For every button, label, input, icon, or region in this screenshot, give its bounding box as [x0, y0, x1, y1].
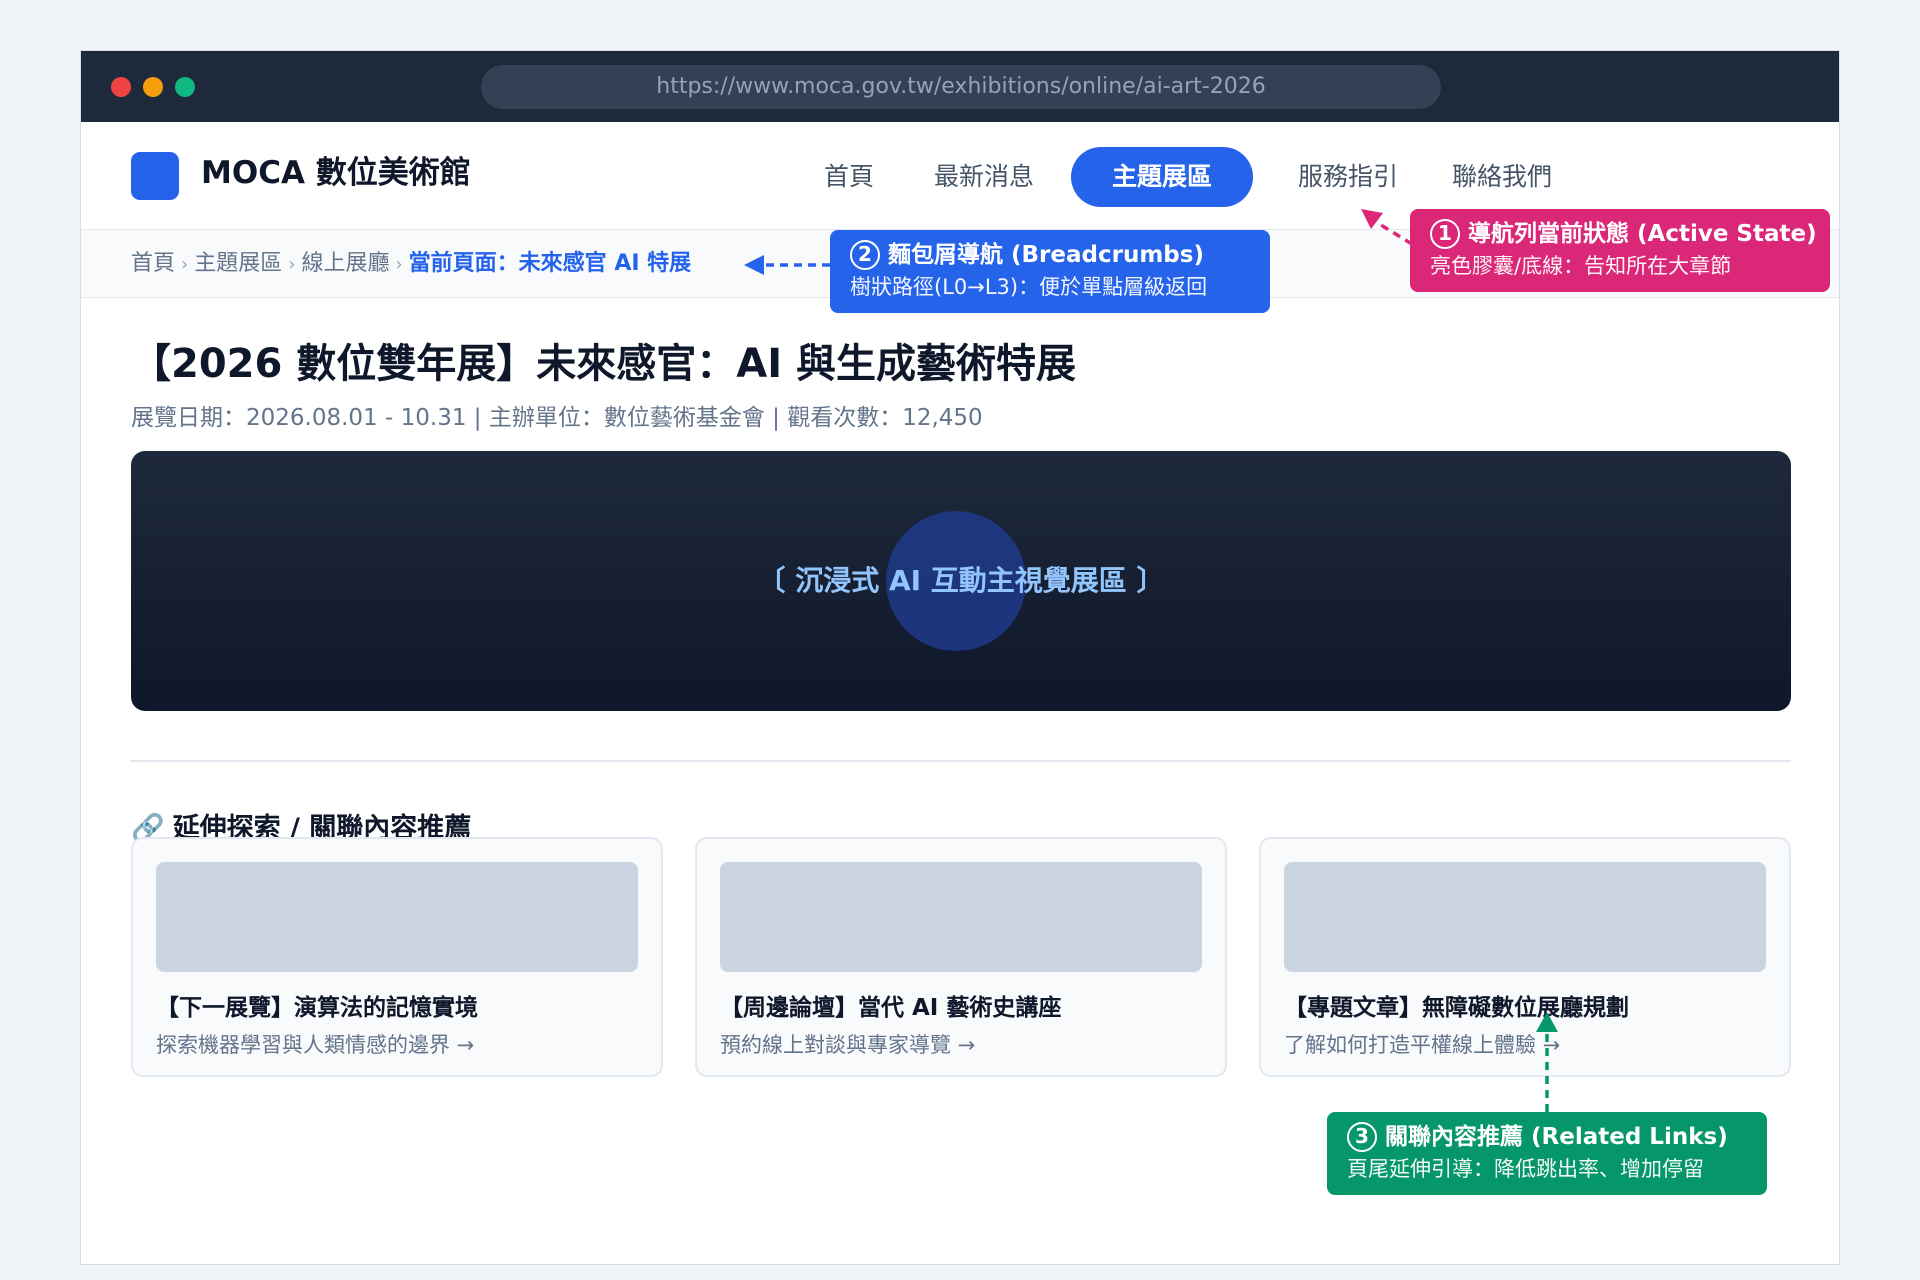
annotation-title: 關聯內容推薦 (Related Links): [1385, 1124, 1728, 1150]
annotation-number: 2: [850, 240, 880, 270]
annotation-1-arrowhead: [1361, 209, 1383, 229]
annotation-desc: 亮色膠囊/底線：告知所在大章節: [1430, 254, 1732, 278]
annotation-arrows: [744, 209, 1558, 1112]
annotation-3-arrowhead: [1536, 1012, 1558, 1032]
annotation-title: 麵包屑導航 (Breadcrumbs): [888, 242, 1204, 268]
annotation-desc: 樹狀路徑(L0→L3)：便於單點層級返回: [850, 275, 1208, 299]
annotation-title: 導航列當前狀態 (Active State): [1468, 221, 1817, 247]
annotation-related-links: 3 關聯內容推薦 (Related Links) 頁尾延伸引導：降低跳出率、增加停…: [1327, 1112, 1767, 1195]
annotation-number: 3: [1347, 1122, 1377, 1152]
annotation-breadcrumbs: 2 麵包屑導航 (Breadcrumbs) 樹狀路徑(L0→L3)：便於單點層級返…: [830, 230, 1270, 313]
annotation-active-state: 1 導航列當前狀態 (Active State) 亮色膠囊/底線：告知所在大章節: [1410, 209, 1830, 292]
annotation-number: 1: [1430, 219, 1460, 249]
annotation-desc: 頁尾延伸引導：降低跳出率、增加停留: [1347, 1157, 1704, 1181]
annotation-2-arrowhead: [744, 255, 764, 275]
annotation-1-arrow-line: [1375, 220, 1413, 246]
